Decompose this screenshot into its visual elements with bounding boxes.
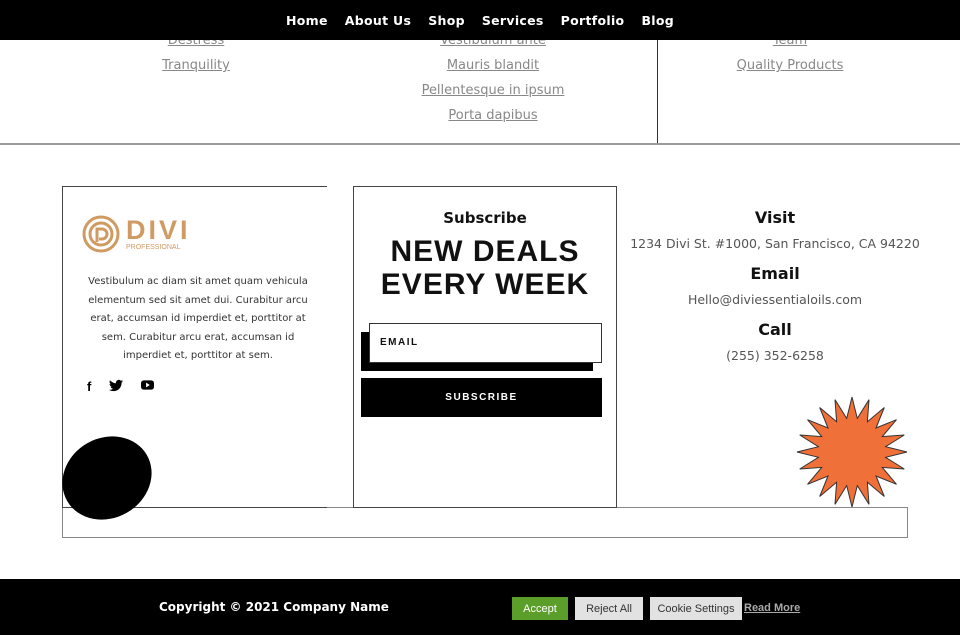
facebook-icon[interactable]: f — [87, 379, 91, 394]
call-heading: Call — [758, 320, 792, 339]
read-more-link[interactable]: Read More — [744, 602, 800, 614]
brand-description: Vestibulum ac diam sit amet quam vehicul… — [88, 276, 308, 361]
footer — [0, 579, 960, 635]
link-tranquility[interactable]: Tranquility — [46, 58, 346, 73]
starburst-shape — [796, 396, 908, 508]
subscribe-button[interactable]: SUBSCRIBE — [361, 378, 602, 417]
nav-about[interactable]: About Us — [345, 13, 411, 28]
link-pellentesque[interactable]: Pellentesque in ipsum — [343, 83, 643, 98]
nav-portfolio[interactable]: Portfolio — [561, 13, 625, 28]
visit-heading: Visit — [754, 208, 796, 227]
logo-text: DIVI — [126, 214, 191, 245]
divider — [657, 40, 658, 144]
reject-all-button[interactable]: Reject All — [575, 597, 643, 620]
email-input[interactable]: EMAIL — [369, 323, 602, 363]
link-porta[interactable]: Porta dapibus — [343, 108, 643, 123]
email-heading: Email — [750, 264, 800, 283]
blob-shape — [62, 436, 152, 520]
twitter-icon[interactable] — [109, 379, 124, 392]
nav-home[interactable]: Home — [286, 13, 328, 28]
copyright: Copyright © 2021 Company Name — [159, 600, 389, 614]
main-nav: Home About Us Shop Services Portfolio Bl… — [0, 0, 960, 40]
email-link[interactable]: Hello@diviessentialoils.com — [630, 292, 920, 307]
subscribe-card: Subscribe NEW DEALS EVERY WEEK EMAIL SUB… — [353, 186, 617, 508]
link-quality[interactable]: Quality Products — [640, 58, 940, 73]
link-mauris[interactable]: Mauris blandit — [343, 58, 643, 73]
youtube-icon[interactable] — [141, 379, 155, 391]
nav-shop[interactable]: Shop — [428, 13, 465, 28]
decorative-frame — [62, 507, 908, 538]
headline-line2: EVERY WEEK — [380, 268, 590, 301]
logo-subtext: PROFESSIONAL — [126, 243, 181, 251]
cookie-settings-button[interactable]: Cookie Settings — [650, 597, 742, 620]
address: 1234 Divi St. #1000, San Francisco, CA 9… — [630, 236, 920, 251]
divider — [0, 143, 960, 145]
accept-button[interactable]: Accept — [512, 597, 568, 620]
logo: DIVI PROFESSIONAL — [82, 215, 191, 253]
logo-icon — [82, 215, 120, 253]
nav-blog[interactable]: Blog — [641, 13, 674, 28]
nav-services[interactable]: Services — [482, 13, 544, 28]
subscribe-label: Subscribe — [443, 209, 527, 227]
headline-line1: NEW DEALS — [390, 235, 580, 268]
phone[interactable]: (255) 352-6258 — [630, 348, 920, 363]
